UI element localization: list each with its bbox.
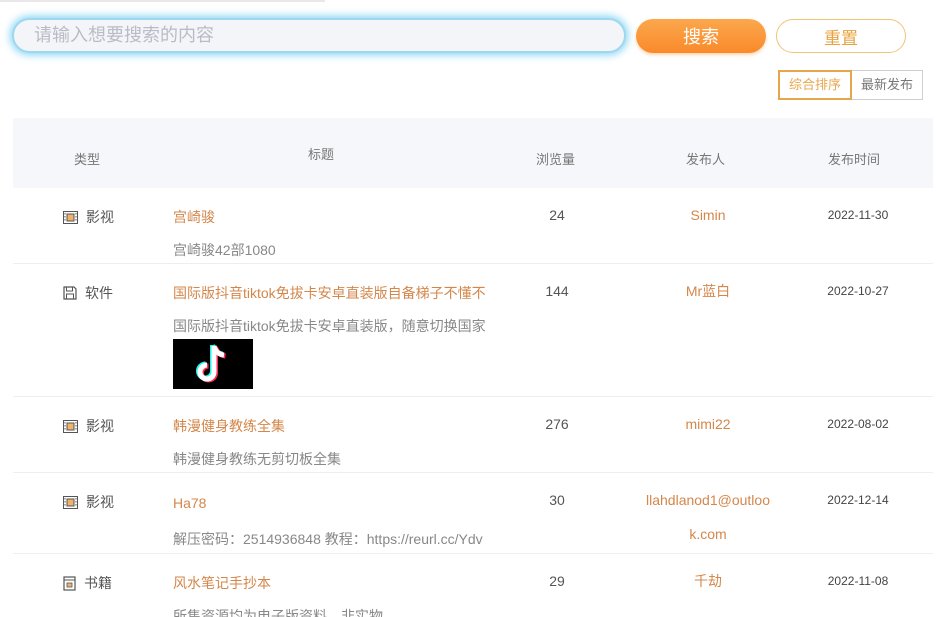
sort-latest-button[interactable]: 最新发布 (852, 70, 924, 100)
row-title-link[interactable]: 风水笔记手抄本 (173, 573, 485, 593)
table-row[interactable]: 影视 Ha78 解压密码：2514936848 教程：https://reurl… (13, 473, 933, 554)
search-bar: 搜索 重置 (12, 18, 912, 54)
row-type-label: 影视 (86, 209, 114, 225)
sort-toggle: 综合排序 最新发布 (778, 70, 924, 100)
row-type-label: 书籍 (84, 575, 112, 591)
row-views: 30 (549, 492, 565, 508)
row-type: 书籍 (63, 573, 112, 593)
row-title-link[interactable]: 韩漫健身教练全集 (173, 416, 485, 436)
tiktok-logo-icon[interactable] (173, 339, 253, 389)
film-icon (63, 210, 78, 224)
row-time: 2022-08-02 (827, 417, 889, 431)
row-type-label: 影视 (86, 418, 114, 434)
row-time: 2022-11-08 (827, 574, 889, 588)
sort-comprehensive-button[interactable]: 综合排序 (778, 70, 853, 100)
row-time: 2022-10-27 (827, 284, 889, 298)
row-description: 韩漫健身教练无剪切板全集 (173, 451, 341, 467)
film-icon (63, 495, 78, 509)
row-description: 宫崎骏42部1080 (173, 242, 276, 258)
row-type: 影视 (63, 207, 114, 227)
book-icon (63, 575, 76, 591)
header-time: 发布时间 (828, 152, 881, 167)
header-type: 类型 (74, 152, 101, 167)
row-publisher-link[interactable]: Simin (633, 198, 783, 232)
row-publisher-link[interactable]: Mr蓝白 (633, 274, 783, 308)
row-publisher-link[interactable]: llahdlanod1@outlook.com (643, 483, 773, 551)
row-views: 29 (549, 573, 565, 589)
row-type: 影视 (63, 416, 114, 436)
table-row[interactable]: 软件 国际版抖音tiktok免拔卡安卓直装版自备梯子不懂不要拍 国际版抖音tik… (13, 264, 933, 397)
row-type-label: 软件 (85, 285, 113, 301)
row-title-link[interactable]: Ha78 (173, 495, 485, 511)
row-publisher-link[interactable]: 千劫 (633, 564, 783, 598)
row-type: 影视 (63, 492, 114, 512)
header-views: 浏览量 (536, 152, 576, 167)
top-divider (0, 0, 325, 2)
row-views: 144 (545, 283, 569, 299)
row-type-label: 影视 (86, 494, 114, 510)
header-publisher: 发布人 (686, 152, 726, 167)
table-header: 类型 标题 浏览量 发布人 发布时间 (13, 118, 933, 188)
search-input[interactable] (12, 18, 626, 53)
row-time: 2022-11-30 (827, 208, 889, 222)
reset-button[interactable]: 重置 (776, 19, 906, 53)
search-button[interactable]: 搜索 (636, 19, 766, 53)
row-publisher-link[interactable]: mimi22 (633, 407, 783, 441)
save-icon (63, 286, 77, 300)
film-icon (63, 419, 78, 433)
row-description: 解压密码：2514936848 教程：https://reurl.cc/Ydv (173, 531, 483, 547)
resource-table: 类型 标题 浏览量 发布人 发布时间 影视 宫崎骏 宫崎骏42部1080 24 … (13, 118, 933, 617)
row-description: 所售资源均为电子版资料，非实物 (173, 608, 383, 617)
row-description: 国际版抖音tiktok免拔卡安卓直装版，随意切换国家地区 (173, 318, 485, 334)
table-row[interactable]: 影视 韩漫健身教练全集 韩漫健身教练无剪切板全集 276 mimi22 2022… (13, 397, 933, 473)
row-title-link[interactable]: 国际版抖音tiktok免拔卡安卓直装版自备梯子不懂不要拍 (173, 283, 485, 303)
row-time: 2022-12-14 (827, 493, 889, 507)
row-views: 276 (545, 416, 569, 432)
header-title: 标题 (308, 147, 335, 162)
row-views: 24 (549, 207, 565, 223)
table-row[interactable]: 影视 宫崎骏 宫崎骏42部1080 24 Simin 2022-11-30 (13, 188, 933, 264)
row-title-link[interactable]: 宫崎骏 (173, 207, 485, 227)
row-type: 软件 (63, 283, 113, 303)
table-row[interactable]: 书籍 风水笔记手抄本 所售资源均为电子版资料，非实物 29 千劫 2022-11… (13, 554, 933, 617)
